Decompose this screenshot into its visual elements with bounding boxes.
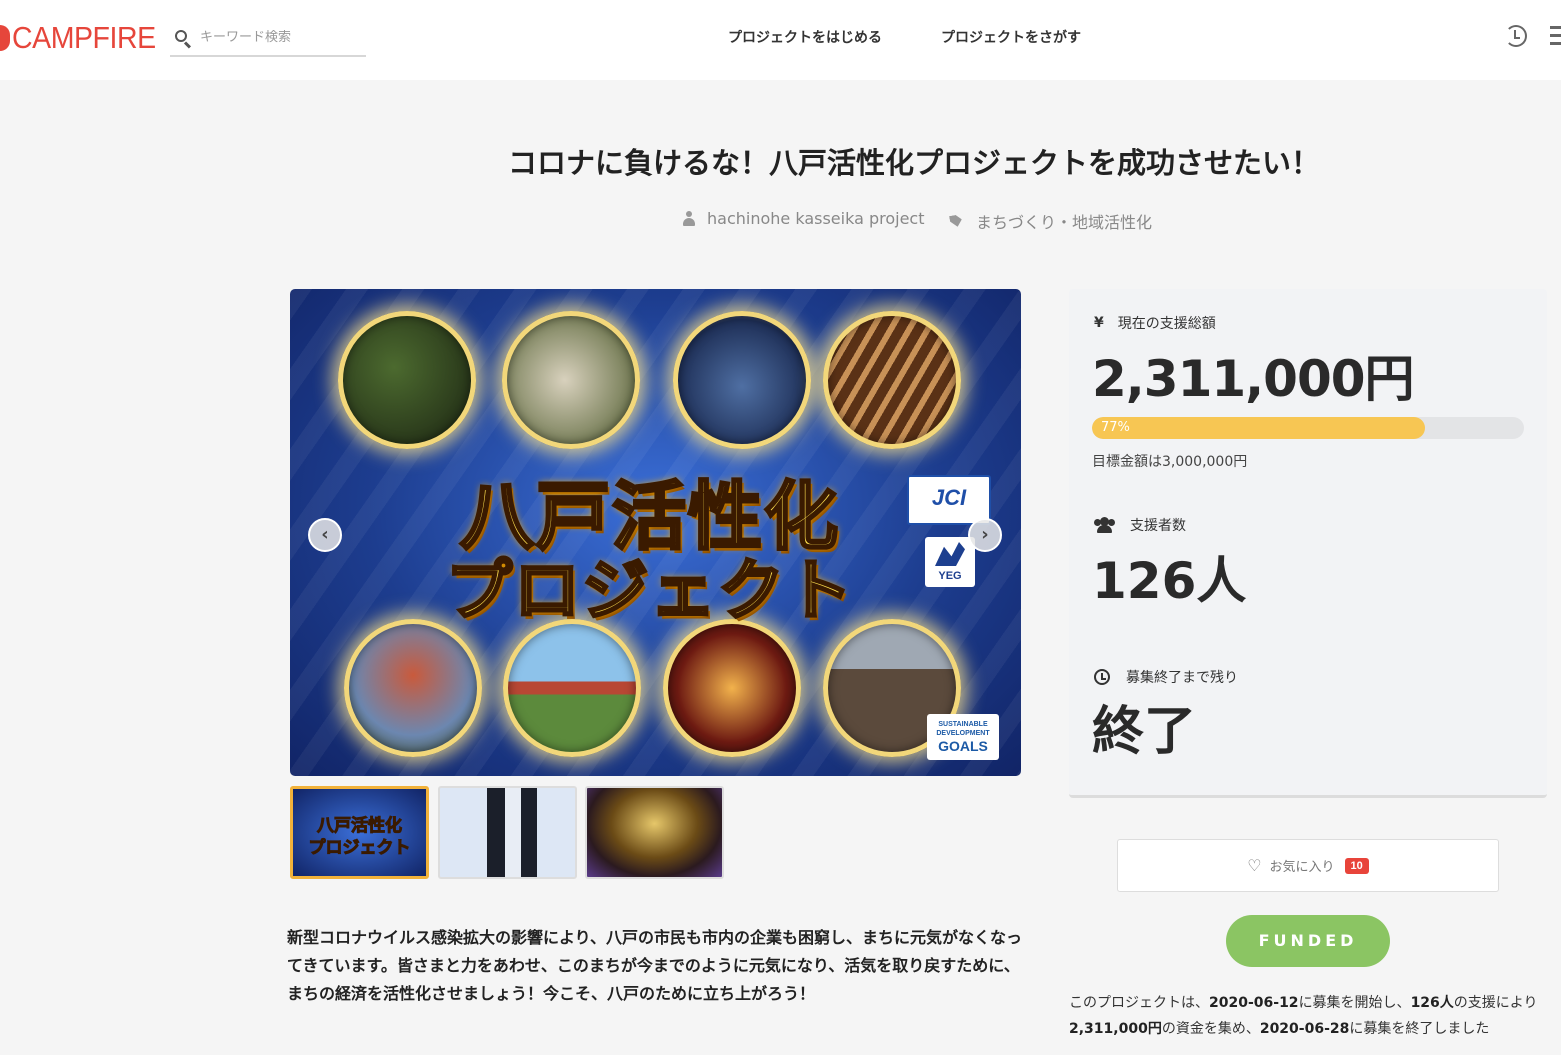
yeg-logo: YEG: [925, 537, 975, 587]
category-name: まちづくり・地域活性化: [976, 213, 1153, 232]
project-title: コロナに負けるな！八戸活性化プロジェクトを成功させたい！: [507, 146, 1320, 180]
amount-label: 現在の支援総額: [1117, 316, 1216, 332]
remaining-label-row: 募集終了まで残り: [1094, 667, 1238, 687]
favorite-count-badge: 10: [1344, 857, 1369, 874]
summary-amount: 2,311,000円: [1069, 1021, 1162, 1037]
users-icon: [1094, 517, 1116, 533]
amount-label-row: ¥ 現在の支援総額: [1094, 313, 1216, 333]
owner-name: hachinohe kasseika project: [707, 209, 925, 228]
nav-find-project[interactable]: プロジェクトをさがす: [941, 27, 1081, 47]
site-header: CAMPFIRE プロジェクトをはじめる プロジェクトをさがす: [0, 0, 1561, 80]
summary-mid1: に募集を開始し、: [1298, 995, 1411, 1011]
photo-circle: [673, 311, 811, 449]
sdgs-logo-bottom: GOALS: [938, 738, 988, 754]
photo-circle: [503, 619, 641, 757]
campfire-logo[interactable]: CAMPFIRE: [0, 18, 168, 58]
funded-badge: FUNDED: [1226, 915, 1390, 967]
summary-start-date: 2020-06-12: [1209, 995, 1299, 1011]
summary-prefix: このプロジェクトは、: [1069, 995, 1209, 1011]
thumbnail-title-line2: プロジェクト: [308, 838, 411, 859]
project-owner[interactable]: hachinohe kasseika project: [683, 209, 924, 228]
photo-circle: [823, 311, 961, 449]
favorite-button[interactable]: ♡ お気に入り 10: [1117, 839, 1499, 892]
photo-circle: [344, 619, 482, 757]
summary-end-date: 2020-06-28: [1259, 1021, 1350, 1037]
summary-backers: 126人: [1410, 995, 1454, 1011]
search-icon: [174, 29, 192, 49]
favorite-label: お気に入り: [1269, 859, 1335, 874]
heart-icon: ♡: [1247, 857, 1262, 875]
photo-circle: [663, 619, 801, 757]
search-input[interactable]: [200, 30, 360, 45]
jci-logo: JCI: [907, 475, 991, 525]
history-icon[interactable]: [1505, 25, 1527, 47]
backers-label: 支援者数: [1130, 518, 1186, 534]
progress-bar: 77%: [1092, 417, 1524, 439]
backers-value: 126人: [1092, 552, 1247, 610]
arrow-left-icon[interactable]: ‹: [308, 518, 342, 552]
user-icon: [683, 211, 695, 226]
stats-panel: ¥ 現在の支援総額 2,311,000円 77% 目標金額は3,000,000円…: [1069, 289, 1547, 798]
project-description: 新型コロナウイルス感染拡大の影響により、八戸の市民も市内の企業も困窮し、まちに元…: [287, 928, 1023, 1003]
hero-image: 八戸活性化 プロジェクト JCI YEG SUSTAINABLE DEVELOP…: [290, 289, 1021, 776]
search-box[interactable]: [170, 20, 366, 57]
project-category[interactable]: まちづくり・地域活性化: [950, 209, 1152, 233]
backers-label-row: 支援者数: [1094, 515, 1186, 535]
amount-value: 2,311,000円: [1092, 350, 1415, 408]
thumbnail-2[interactable]: [438, 786, 577, 879]
nav-start-project[interactable]: プロジェクトをはじめる: [728, 27, 882, 47]
funding-summary: このプロジェクトは、2020-06-12に募集を開始し、126人の支援により 2,…: [1069, 990, 1549, 1042]
yen-icon: ¥: [1094, 315, 1104, 331]
goal-amount: 目標金額は3,000,000円: [1092, 454, 1248, 470]
menu-icon[interactable]: [1550, 26, 1561, 46]
summary-mid3: の資金を集め、: [1161, 1021, 1260, 1037]
remaining-value: 終了: [1092, 702, 1197, 762]
summary-mid2: の支援により: [1453, 995, 1538, 1011]
arrow-right-icon[interactable]: ›: [968, 518, 1002, 552]
hero-title-line2: プロジェクト: [445, 551, 854, 631]
thumbnail-3[interactable]: [585, 786, 724, 879]
sdgs-logo: SUSTAINABLE DEVELOPMENT GOALS: [927, 714, 999, 760]
remaining-label: 募集終了まで残り: [1126, 670, 1238, 686]
sdgs-logo-top: SUSTAINABLE DEVELOPMENT: [936, 721, 990, 737]
summary-suffix: に募集を終了しました: [1349, 1021, 1490, 1037]
logo-text: CAMPFIRE: [12, 20, 156, 55]
progress-fill: 77%: [1092, 417, 1425, 439]
photo-circle: [502, 311, 640, 449]
clock-icon: [1094, 669, 1110, 685]
tag-icon: [949, 214, 963, 228]
photo-circle: [338, 311, 476, 449]
logo-mark-icon: [0, 25, 10, 51]
thumbnail-1[interactable]: 八戸活性化 プロジェクト: [290, 786, 429, 879]
